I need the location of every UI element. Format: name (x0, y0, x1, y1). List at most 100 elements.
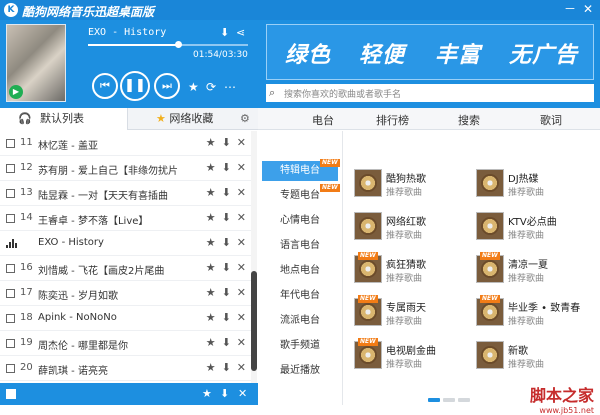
delete-icon[interactable]: ✕ (237, 236, 246, 249)
category-item[interactable]: 地点电台 (262, 261, 338, 281)
category-item[interactable]: 心情电台 (262, 211, 338, 231)
playlist-row[interactable]: 19 周杰伦 - 哪里都是你 ★ ⬇ ✕ (0, 331, 252, 356)
minimize-button[interactable]: － (562, 1, 578, 18)
row-checkbox[interactable] (6, 164, 15, 173)
search-box[interactable]: ⌕ 搜索你喜欢的歌曲或者歌手名 (266, 84, 594, 102)
playlist-row[interactable]: 17 陈奕迅 - 岁月如歌 ★ ⬇ ✕ (0, 281, 252, 306)
station-thumbnail[interactable] (354, 169, 382, 197)
download-icon[interactable]: ⬇ (222, 361, 231, 374)
delete-icon[interactable]: ✕ (237, 286, 246, 299)
scroll-thumb[interactable] (251, 271, 257, 371)
row-checkbox[interactable] (6, 339, 15, 348)
select-all-checkbox[interactable] (6, 389, 16, 399)
page-dot[interactable] (428, 398, 440, 402)
close-button[interactable]: ✕ (580, 1, 596, 18)
fav-icon[interactable]: ★ (206, 136, 216, 149)
row-checkbox[interactable] (6, 214, 15, 223)
download-icon[interactable]: ⬇ (222, 236, 231, 249)
more-icon[interactable]: ⋯ (224, 80, 236, 94)
delete-icon[interactable]: ✕ (237, 161, 246, 174)
tab-default-list[interactable]: 🎧 默认列表 (0, 108, 128, 130)
station-card[interactable]: KTV必点曲 推荐歌曲 (470, 212, 590, 248)
playlist-row[interactable]: EXO - History ★ ⬇ ✕ (0, 231, 252, 256)
playlist-scrollbar[interactable] (251, 131, 257, 383)
prev-button[interactable]: ⏮ (92, 73, 118, 99)
station-thumbnail[interactable] (476, 212, 504, 240)
delete-icon[interactable]: ✕ (237, 361, 246, 374)
playlist-row[interactable]: 20 薛凯琪 - 诺亮亮 ★ ⬇ ✕ (0, 356, 252, 381)
tab-net-fav[interactable]: ★ 网络收藏 (156, 108, 213, 130)
playlist-row[interactable]: 14 王睿卓 - 梦不落【Live】 ★ ⬇ ✕ (0, 206, 252, 231)
bottom-delete-icon[interactable]: ✕ (238, 387, 247, 400)
station-card[interactable]: 新歌 推荐歌曲 (470, 341, 590, 377)
fav-icon[interactable]: ★ (206, 261, 216, 274)
nav-lyrics[interactable]: 歌词 (540, 112, 562, 128)
station-card[interactable]: NEW 专属雨天 推荐歌曲 (348, 295, 468, 334)
nav-search[interactable]: 搜索 (458, 112, 480, 128)
playlist-row[interactable]: 13 陆昱霖 - 一对【天天有喜插曲 ★ ⬇ ✕ (0, 181, 252, 206)
delete-icon[interactable]: ✕ (237, 261, 246, 274)
station-card[interactable]: NEW 清凉一夏 推荐歌曲 (470, 252, 590, 291)
delete-icon[interactable]: ✕ (237, 211, 246, 224)
delete-icon[interactable]: ✕ (237, 311, 246, 324)
download-icon[interactable]: ⬇ (222, 261, 231, 274)
row-checkbox[interactable] (6, 189, 15, 198)
fav-icon[interactable]: ★ (206, 236, 216, 249)
progress-knob[interactable] (174, 41, 182, 48)
fav-icon[interactable]: ★ (206, 161, 216, 174)
station-card[interactable]: DJ热碟 推荐歌曲 (470, 169, 590, 205)
download-icon[interactable]: ⬇ (220, 26, 229, 39)
progress-bar[interactable] (88, 41, 248, 48)
search-input[interactable]: 搜索你喜欢的歌曲或者歌手名 (284, 87, 401, 100)
station-card[interactable]: NEW 毕业季 • 致青春 推荐歌曲 (470, 295, 590, 334)
bottom-download-icon[interactable]: ⬇ (220, 387, 229, 400)
station-thumbnail[interactable] (354, 212, 382, 240)
fav-icon[interactable]: ★ (206, 311, 216, 324)
station-card[interactable]: 网络红歌 推荐歌曲 (348, 212, 468, 248)
bottom-fav-icon[interactable]: ★ (202, 387, 212, 400)
repeat-icon[interactable]: ⟳ (206, 80, 216, 94)
station-thumbnail[interactable] (476, 341, 504, 369)
category-item[interactable]: 年代电台 (262, 286, 338, 306)
pause-button[interactable]: ❚❚ (120, 71, 150, 101)
page-dot[interactable] (458, 398, 470, 402)
download-icon[interactable]: ⬇ (222, 186, 231, 199)
download-icon[interactable]: ⬇ (222, 286, 231, 299)
download-icon[interactable]: ⬇ (222, 211, 231, 224)
station-card[interactable]: 酷狗热歌 推荐歌曲 (348, 169, 468, 205)
search-icon[interactable]: ⌕ (269, 86, 275, 100)
row-checkbox[interactable] (6, 364, 15, 373)
row-checkbox[interactable] (6, 139, 15, 148)
station-thumbnail[interactable] (476, 169, 504, 197)
playlist-row[interactable]: 18 Apink - NoNoNo ★ ⬇ ✕ (0, 306, 252, 331)
row-checkbox[interactable] (6, 264, 15, 273)
playlist-row[interactable]: 12 苏有朋 - 爱上自己【非缘勿扰片 ★ ⬇ ✕ (0, 156, 252, 181)
category-item[interactable]: 流派电台 (262, 311, 338, 331)
delete-icon[interactable]: ✕ (237, 186, 246, 199)
row-checkbox[interactable] (6, 289, 15, 298)
category-item[interactable]: 语言电台 (262, 236, 338, 256)
station-card[interactable]: NEW 电视剧金曲 推荐歌曲 (348, 338, 468, 377)
page-dot[interactable] (443, 398, 455, 402)
playlist-row[interactable]: 16 刘惜威 - 飞花【画皮2片尾曲 ★ ⬇ ✕ (0, 256, 252, 281)
share-icon[interactable]: ⋖ (236, 26, 245, 39)
delete-icon[interactable]: ✕ (237, 336, 246, 349)
fav-icon[interactable]: ★ (206, 286, 216, 299)
fav-icon[interactable]: ★ (206, 336, 216, 349)
nav-radio[interactable]: 电台 (312, 112, 334, 128)
play-cover-icon[interactable]: ▶ (9, 85, 23, 99)
download-icon[interactable]: ⬇ (222, 136, 231, 149)
row-checkbox[interactable] (6, 314, 15, 323)
category-item[interactable]: 歌手频道 (262, 336, 338, 356)
list-settings-icon[interactable]: ⚙ (240, 108, 250, 130)
download-icon[interactable]: ⬇ (222, 336, 231, 349)
playlist-row[interactable]: 11 林忆莲 - 盖亚 ★ ⬇ ✕ (0, 131, 252, 156)
download-icon[interactable]: ⬇ (222, 161, 231, 174)
category-item[interactable]: 最近播放 (262, 361, 338, 381)
fav-icon[interactable]: ★ (206, 186, 216, 199)
fav-icon[interactable]: ★ (206, 361, 216, 374)
fav-icon[interactable]: ★ (206, 211, 216, 224)
download-icon[interactable]: ⬇ (222, 311, 231, 324)
nav-rankings[interactable]: 排行榜 (376, 112, 409, 128)
delete-icon[interactable]: ✕ (237, 136, 246, 149)
